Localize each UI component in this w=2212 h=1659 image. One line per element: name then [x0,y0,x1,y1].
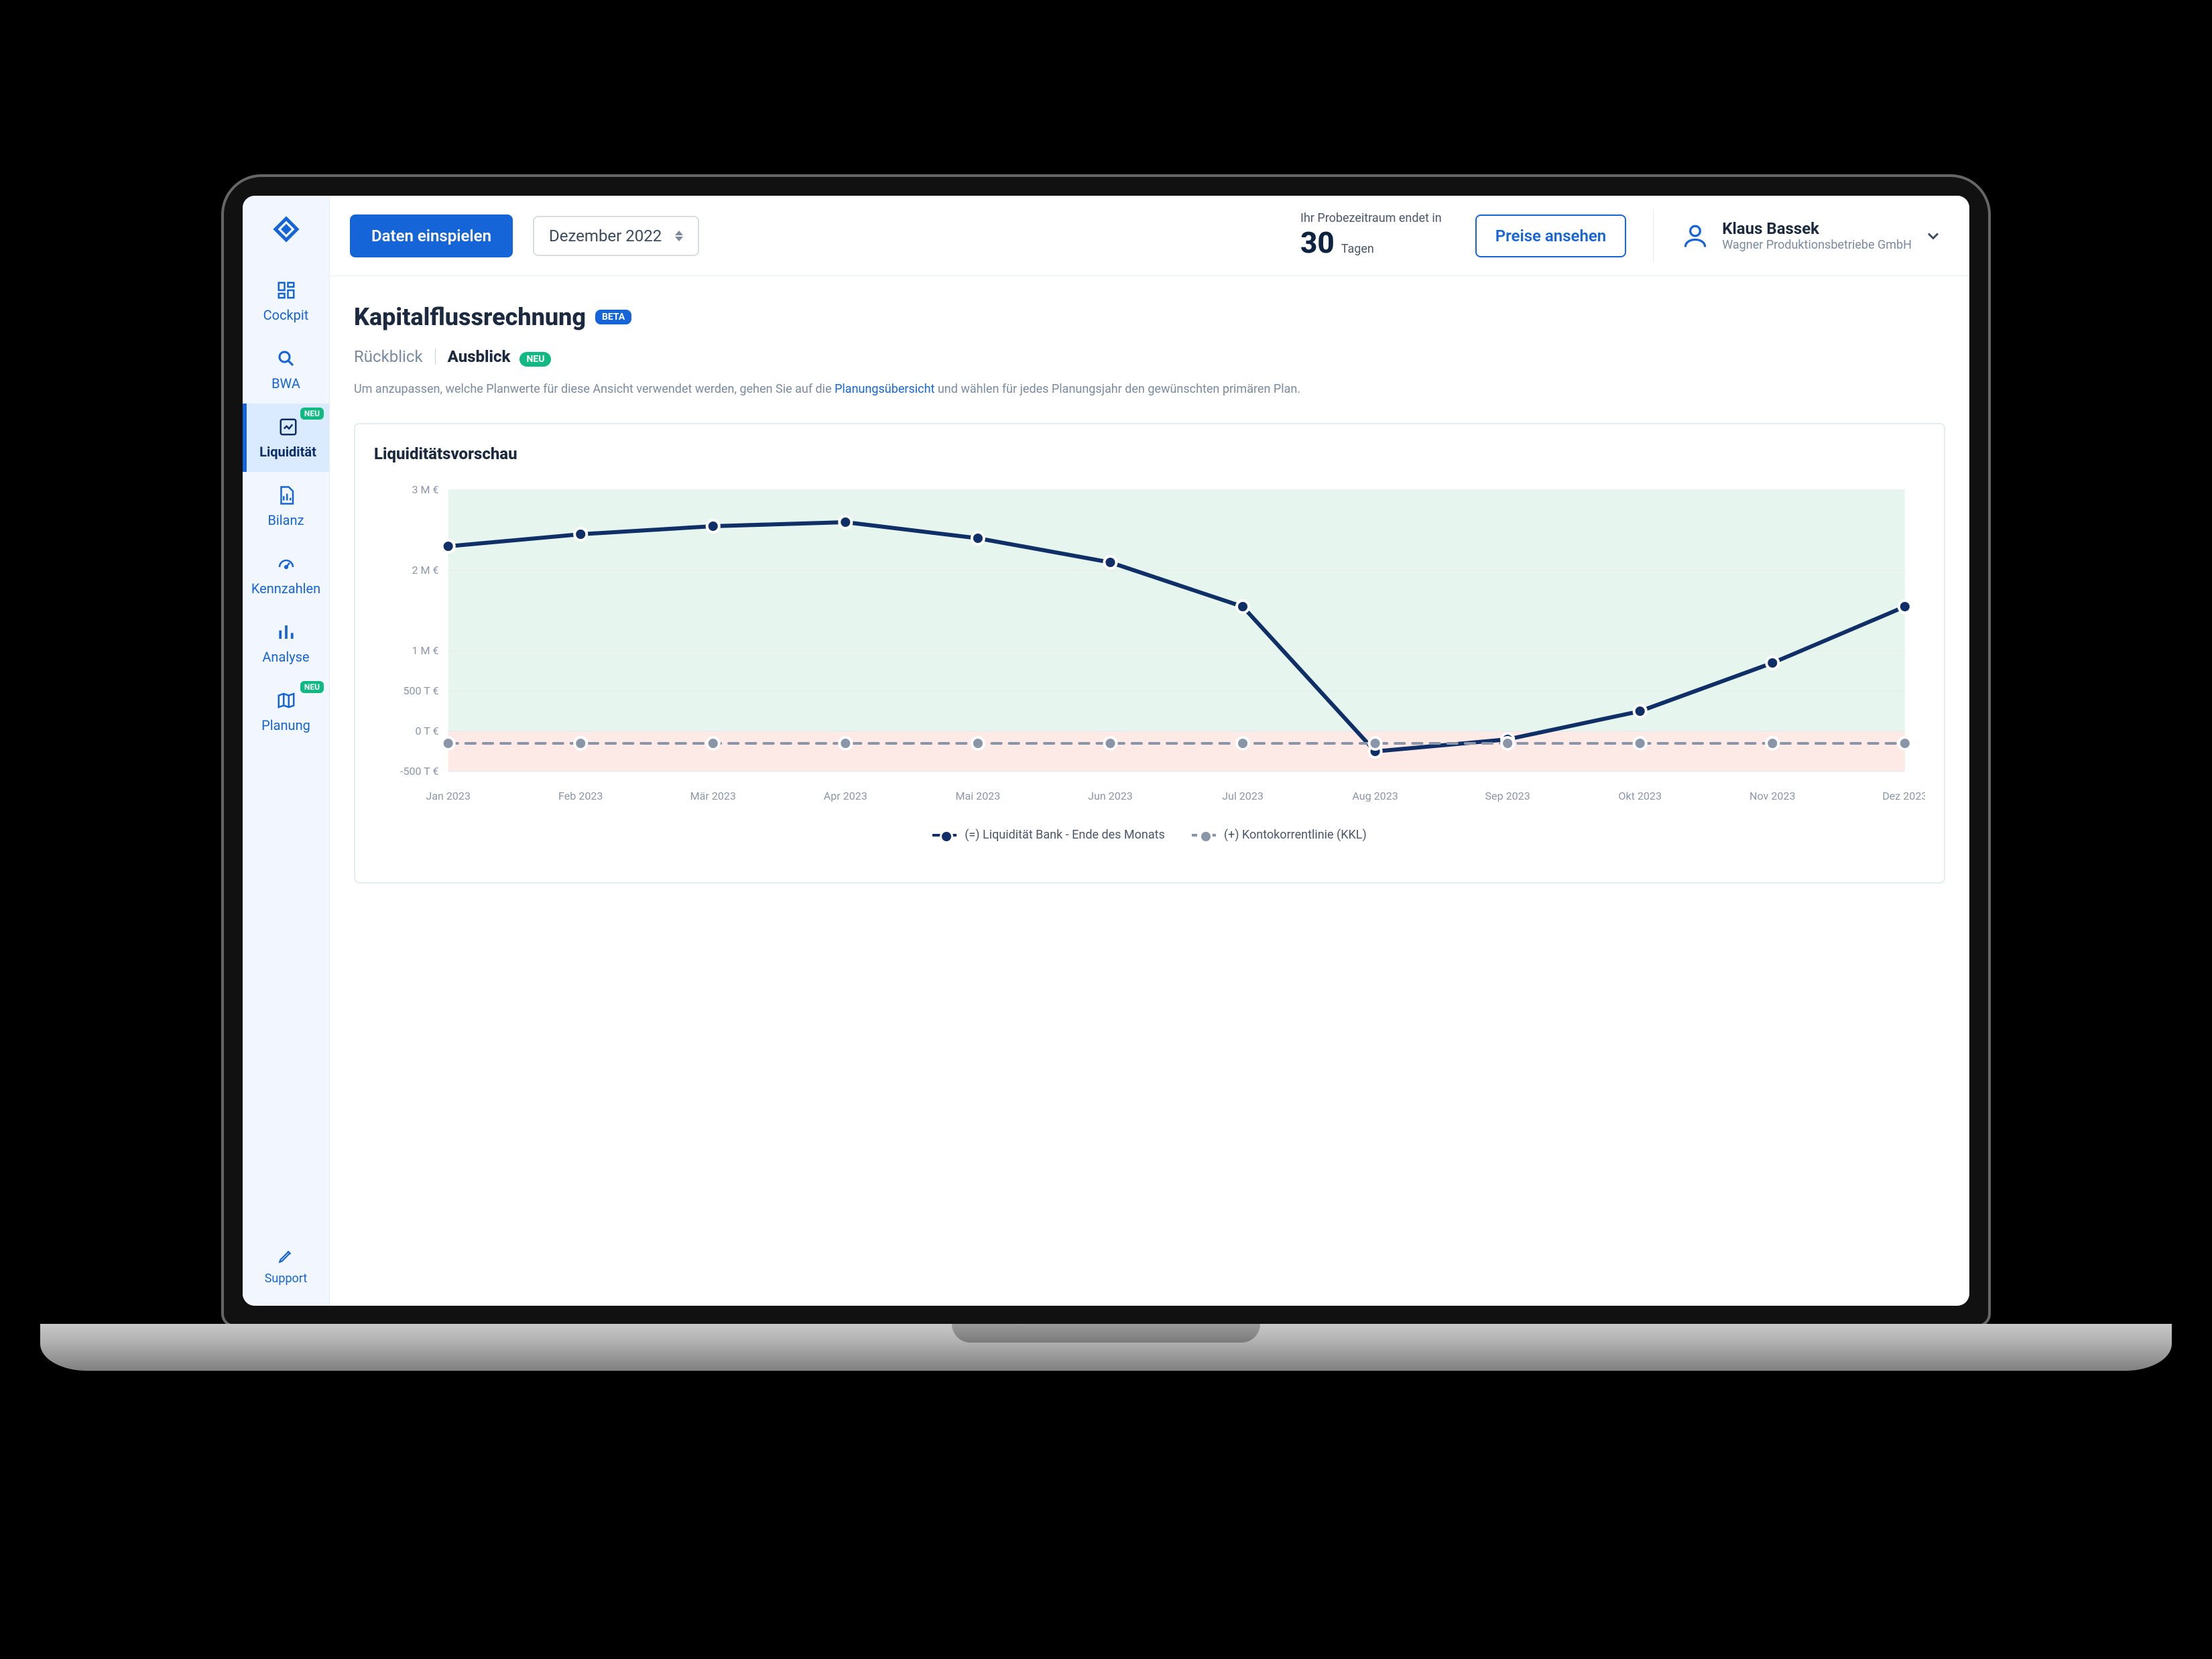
legend-label-1: (=) Liquidität Bank - Ende des Monats [965,828,1165,842]
svg-text:Dez 2023: Dez 2023 [1882,790,1925,802]
sidebar-item-analyse[interactable]: Analyse [243,609,329,677]
new-badge: NEU [300,408,324,420]
sidebar-item-label: Cockpit [263,307,309,323]
svg-text:3 M €: 3 M € [412,483,438,496]
svg-text:2 M €: 2 M € [412,564,438,576]
sidebar-item-kennzahlen[interactable]: Kennzahlen [243,540,329,609]
legend-label-2: (+) Kontokorrentlinie (KKL) [1224,828,1367,842]
logo-icon [273,216,300,243]
cashflow-icon [277,416,300,438]
sidebar-item-planung[interactable]: Planung NEU [243,677,329,745]
sidebar-item-label: Kennzahlen [251,580,320,597]
plan-icon [275,689,298,712]
line-swatch-icon [932,834,957,837]
sidebar-item-support[interactable]: Support [243,1233,329,1306]
svg-text:Jun 2023: Jun 2023 [1088,790,1133,802]
sidebar-item-bwa[interactable]: BWA [243,335,329,404]
sidebar-item-bilanz[interactable]: Bilanz [243,472,329,540]
trial-info: Ihr Probezeitraum endet in 30 Tagen [1300,211,1442,260]
svg-text:1 M €: 1 M € [412,644,438,657]
sheet-icon [275,484,298,507]
sidebar-item-label: Bilanz [267,512,304,528]
period-selector-value: Dezember 2022 [549,227,662,245]
chart-legend: (=) Liquidität Bank - Ende des Monats (+… [374,828,1925,842]
svg-text:500 T €: 500 T € [403,684,438,697]
beta-badge: BETA [595,310,631,324]
sidebar-item-label: Liquidität [259,444,316,460]
tab-ausblick-label: Ausblick [448,347,511,366]
logo [243,213,329,245]
sidebar-item-label: Analyse [262,649,309,665]
tab-rueckblick[interactable]: Rückblick [354,347,423,366]
svg-text:Mär 2023: Mär 2023 [690,790,736,802]
updown-icon [675,231,683,241]
tabs: Rückblick Ausblick NEU [354,347,1945,366]
dashboard-icon [275,279,298,302]
svg-text:Sep 2023: Sep 2023 [1485,790,1530,802]
svg-text:Jan 2023: Jan 2023 [426,790,471,802]
svg-text:Aug 2023: Aug 2023 [1352,790,1398,802]
trial-days: 30 [1300,225,1335,260]
import-data-button[interactable]: Daten einspielen [350,214,513,257]
sidebar-item-liquidität[interactable]: Liquidität NEU [243,404,329,472]
hint-text: Um anzupassen, welche Planwerte für dies… [354,382,1945,396]
magnifier-icon [275,347,298,370]
trial-text: Ihr Probezeitraum endet in [1300,211,1442,225]
chart-title: Liquiditätsvorschau [374,444,1925,463]
svg-text:Nov 2023: Nov 2023 [1749,790,1795,802]
chevron-down-icon [1924,227,1943,245]
tab-ausblick[interactable]: Ausblick NEU [448,347,552,366]
sidebar: Cockpit BWA Liquidität NEU Bilanz Kennzahlen A… [243,196,330,1306]
svg-text:Jul 2023: Jul 2023 [1222,790,1264,802]
divider [1653,209,1654,263]
svg-text:Okt 2023: Okt 2023 [1618,790,1662,802]
period-selector[interactable]: Dezember 2022 [533,216,699,256]
svg-text:Feb 2023: Feb 2023 [558,790,603,802]
avatar-icon [1680,221,1710,251]
topbar: Daten einspielen Dezember 2022 Ihr Probe… [330,196,1969,276]
legend-item-kkl: (+) Kontokorrentlinie (KKL) [1192,828,1367,842]
new-badge: NEU [300,681,324,693]
legend-item-liquidity: (=) Liquidität Bank - Ende des Monats [932,828,1165,842]
new-badge: NEU [519,352,551,367]
svg-text:0 T €: 0 T € [416,725,439,737]
dash-swatch-icon [1192,834,1216,837]
svg-text:-500 T €: -500 T € [400,765,439,778]
chart: -500 T € 0 T € 500 T € 1 M € 2 M € 3 M € Jan 2… [374,477,1925,812]
pencil-icon [278,1247,295,1268]
bars-icon [275,621,298,643]
svg-text:Mai 2023: Mai 2023 [955,790,1000,802]
support-label: Support [265,1272,308,1286]
sidebar-item-cockpit[interactable]: Cockpit [243,267,329,335]
chart-card: Liquiditätsvorschau -500 T € 0 T € 500 T €… [354,423,1945,883]
plan-overview-link[interactable]: Planungsübersicht [835,382,934,396]
page-title: Kapitalflussrechnung [354,303,586,331]
user-name: Klaus Bassek [1722,219,1912,238]
content: Kapitalflussrechnung BETA Rückblick Ausb… [330,276,1969,1306]
sidebar-item-label: Planung [261,717,310,733]
trial-unit: Tagen [1341,242,1374,256]
pricing-button[interactable]: Preise ansehen [1475,214,1626,257]
user-org: Wagner Produktionsbetriebe GmbH [1722,238,1912,252]
gauge-icon [275,552,298,575]
tab-separator [435,349,436,365]
user-menu[interactable]: Klaus Bassek Wagner Produktionsbetriebe … [1680,219,1949,252]
sidebar-item-label: BWA [271,375,300,391]
svg-text:Apr 2023: Apr 2023 [824,790,867,802]
